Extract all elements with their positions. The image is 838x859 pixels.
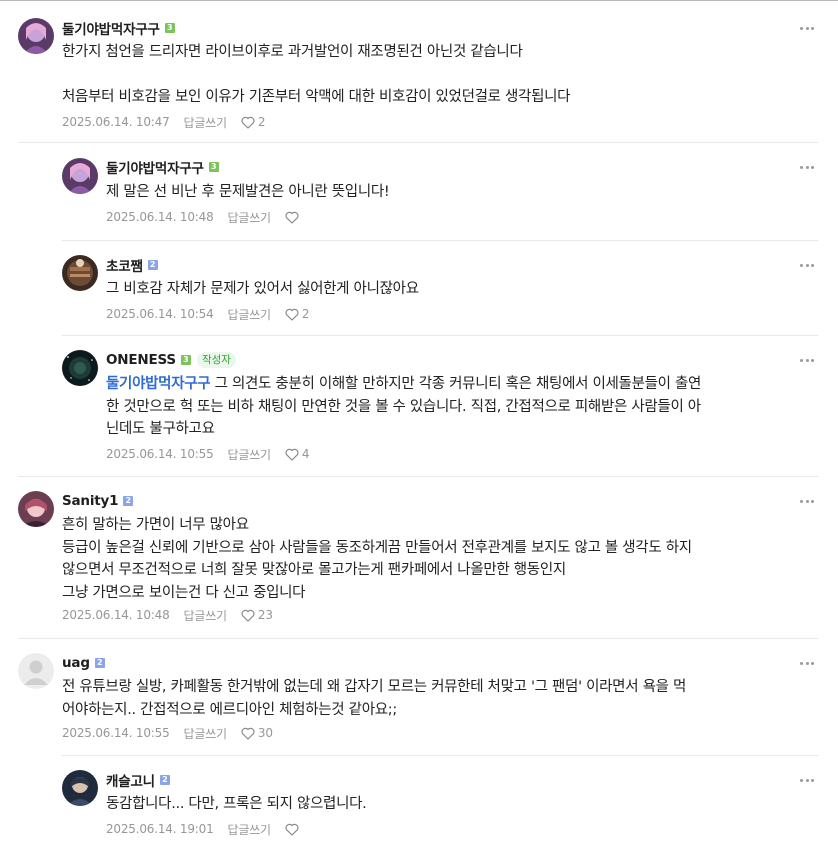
more-options-button[interactable] [798, 255, 814, 275]
nickname[interactable]: Sanity1 [62, 493, 119, 509]
comment-text: 전 유튜브랑 실방, 카페활동 한거밖에 없는데 왜 갑자기 모르는 커뮤한테 … [62, 679, 686, 718]
comment-text: 그 비호감 자체가 문제가 있어서 싫어한게 아니잖아요 [106, 281, 419, 297]
level-badge: 2 [123, 496, 134, 506]
more-dots-icon [798, 778, 814, 782]
like-count: 23 [257, 608, 273, 622]
comment-header: 둘기야밥먹자구구 3 [62, 18, 175, 38]
comment-meta: 2025.06.14. 10:55 답글쓰기 4 [106, 446, 310, 463]
writer-badge: 작성자 [196, 352, 236, 368]
more-options-button[interactable] [798, 770, 814, 790]
comment-header: uag 2 [62, 653, 105, 673]
nickname[interactable]: ONENESS [106, 352, 176, 368]
like-button[interactable] [285, 211, 302, 224]
heart-outline-icon [285, 211, 299, 224]
heart-outline-icon [285, 308, 299, 321]
avatar[interactable] [62, 255, 98, 291]
comment-date: 2025.06.14. 19:01 [106, 822, 214, 836]
comment-date: 2025.06.14. 10:54 [106, 307, 214, 321]
like-count: 2 [257, 115, 266, 129]
comment-date: 2025.06.14. 10:48 [62, 608, 170, 622]
comment-text: 제 말은 선 비난 후 문제발견은 아니란 뜻입니다! [106, 184, 390, 200]
more-options-button[interactable] [798, 18, 814, 38]
comment-header: ONENESS 3 작성자 [106, 350, 236, 370]
heart-outline-icon [285, 448, 299, 461]
comment-meta: 2025.06.14. 10:47 답글쓰기 2 [62, 114, 266, 131]
like-button[interactable]: 2 [241, 115, 266, 129]
comment-header: Sanity1 2 [62, 491, 134, 511]
nickname[interactable]: 둘기야밥먹자구구 [106, 157, 204, 177]
more-dots-icon [798, 358, 814, 362]
reply-button[interactable]: 답글쓰기 [184, 114, 228, 131]
like-button[interactable]: 2 [285, 307, 310, 321]
level-badge: 3 [208, 162, 219, 172]
reply-item: ONENESS 3 작성자 둘기야밥먹자구구 그 의견도 충분히 이해할 만하지… [0, 335, 838, 477]
reply-item: 캐슬고니 2 동감합니다... 다만, 프록은 되지 않으렵니다. 2025.0… [0, 755, 838, 859]
comment-meta: 2025.06.14. 10:54 답글쓰기 2 [106, 306, 310, 323]
comment-date: 2025.06.14. 10:48 [106, 210, 214, 224]
level-badge: 3 [180, 355, 191, 365]
more-dots-icon [798, 26, 814, 30]
nickname[interactable]: uag [62, 655, 90, 671]
avatar[interactable] [18, 653, 54, 689]
more-dots-icon [798, 263, 814, 267]
level-badge: 2 [94, 658, 105, 668]
like-button[interactable] [285, 823, 302, 836]
level-badge: 2 [147, 260, 158, 270]
like-button[interactable]: 23 [241, 608, 273, 622]
like-count: 30 [257, 726, 273, 740]
reply-button[interactable]: 답글쓰기 [228, 306, 272, 323]
more-dots-icon [798, 499, 814, 503]
heart-outline-icon [241, 609, 255, 622]
avatar[interactable] [62, 770, 98, 806]
comment-header: 초코쨈 2 [106, 255, 158, 275]
comment-item: Sanity1 2 흔히 말하는 가면이 너무 많아요 등급이 높은걸 신뢰에 … [0, 476, 838, 638]
comment-meta: 2025.06.14. 10:55 답글쓰기 30 [62, 725, 273, 741]
avatar[interactable] [62, 350, 98, 386]
comment-text: 한가지 첨언을 드리자면 라이브이후로 과거발언이 재조명된건 아닌것 같습니다… [62, 44, 571, 105]
comment-date: 2025.06.14. 10:55 [62, 726, 170, 740]
more-options-button[interactable] [798, 491, 814, 511]
more-options-button[interactable] [798, 350, 814, 370]
comment-item: uag 2 전 유튜브랑 실방, 카페활동 한거밖에 없는데 왜 갑자기 모르는… [0, 638, 838, 756]
more-options-button[interactable] [798, 157, 814, 177]
nickname[interactable]: 둘기야밥먹자구구 [62, 18, 160, 38]
avatar[interactable] [18, 491, 54, 527]
like-count: 2 [301, 307, 310, 321]
like-button[interactable]: 30 [241, 726, 273, 740]
comment-meta: 2025.06.14. 10:48 답글쓰기 23 [62, 607, 273, 623]
nickname[interactable]: 초코쨈 [106, 255, 143, 275]
comment-item: 둘기야밥먹자구구 3 한가지 첨언을 드리자면 라이브이후로 과거발언이 재조명… [0, 0, 838, 140]
comment-meta: 2025.06.14. 10:48 답글쓰기 [106, 209, 302, 225]
like-count: 4 [301, 447, 310, 461]
comment-text: 둘기야밥먹자구구 그 의견도 충분히 이해할 만하지만 각종 커뮤니티 혹은 채… [106, 376, 702, 437]
reply-button[interactable]: 답글쓰기 [228, 209, 272, 226]
comment-text: 흔히 말하는 가면이 너무 많아요 등급이 높은걸 신뢰에 기반으로 삼아 사람… [62, 517, 692, 601]
level-badge: 2 [159, 775, 170, 785]
more-options-button[interactable] [798, 653, 814, 673]
comment-header: 둘기야밥먹자구구 3 [106, 157, 219, 177]
nickname[interactable]: 캐슬고니 [106, 770, 155, 790]
reply-button[interactable]: 답글쓰기 [228, 821, 272, 838]
comment-meta: 2025.06.14. 19:01 답글쓰기 [106, 821, 302, 837]
reply-button[interactable]: 답글쓰기 [228, 446, 272, 463]
heart-outline-icon [241, 116, 255, 129]
mention-link[interactable]: 둘기야밥먹자구구 [106, 376, 211, 392]
comment-date: 2025.06.14. 10:55 [106, 447, 214, 461]
comment-date: 2025.06.14. 10:47 [62, 115, 170, 129]
comment-header: 캐슬고니 2 [106, 770, 170, 790]
reply-button[interactable]: 답글쓰기 [184, 725, 228, 742]
reply-button[interactable]: 답글쓰기 [184, 607, 228, 624]
heart-outline-icon [241, 727, 255, 740]
more-dots-icon [798, 165, 814, 169]
level-badge: 3 [164, 23, 175, 33]
comment-text: 동감합니다... 다만, 프록은 되지 않으렵니다. [106, 796, 367, 812]
avatar[interactable] [18, 18, 54, 54]
avatar[interactable] [62, 158, 98, 194]
reply-item: 둘기야밥먹자구구 3 제 말은 선 비난 후 문제발견은 아니란 뜻입니다! 2… [0, 142, 838, 242]
reply-item: 초코쨈 2 그 비호감 자체가 문제가 있어서 싫어한게 아니잖아요 2025.… [0, 240, 838, 336]
more-dots-icon [798, 661, 814, 665]
like-button[interactable]: 4 [285, 447, 310, 461]
heart-outline-icon [285, 823, 299, 836]
